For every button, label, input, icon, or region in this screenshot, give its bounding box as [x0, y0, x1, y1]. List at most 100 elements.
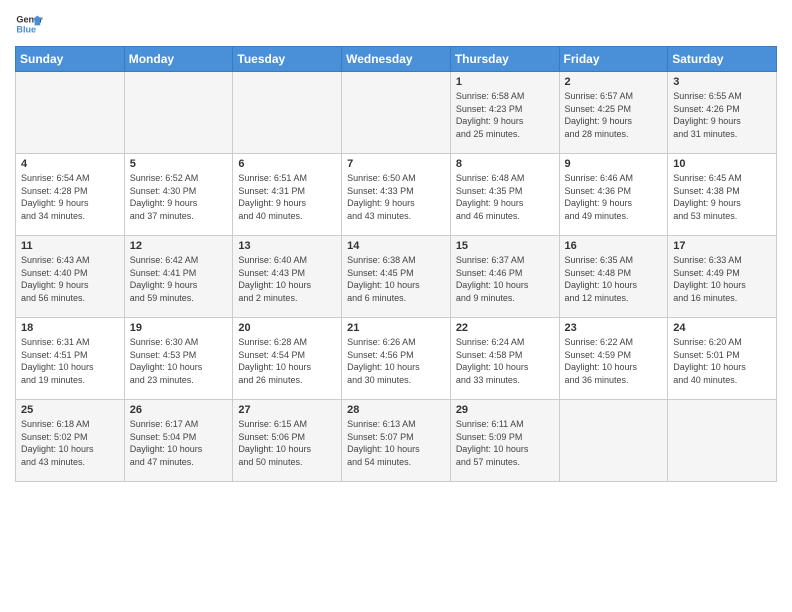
day-info: Sunrise: 6:58 AM Sunset: 4:23 PM Dayligh…: [456, 90, 554, 140]
day-info: Sunrise: 6:42 AM Sunset: 4:41 PM Dayligh…: [130, 254, 228, 304]
day-number: 10: [673, 158, 771, 170]
calendar-cell: 27 Sunrise: 6:15 AM Sunset: 5:06 PM Dayli…: [233, 400, 342, 482]
day-info: Sunrise: 6:26 AM Sunset: 4:56 PM Dayligh…: [347, 336, 445, 386]
day-number: 4: [21, 158, 119, 170]
day-number: 8: [456, 158, 554, 170]
day-number: 12: [130, 240, 228, 252]
day-number: 17: [673, 240, 771, 252]
calendar-cell: 25Sunrise: 6:18 AM Sunset: 5:02 PM Dayli…: [16, 400, 125, 482]
day-number: 18: [21, 322, 119, 334]
day-number: 7: [347, 158, 445, 170]
logo: General Blue: [15, 10, 43, 38]
day-number: 20: [238, 322, 336, 334]
day-info: Sunrise: 6:22 AM Sunset: 4:59 PM Dayligh…: [565, 336, 663, 386]
calendar-cell: 2 Sunrise: 6:57 AM Sunset: 4:25 PM Daylig…: [559, 72, 668, 154]
day-number: 2: [565, 76, 663, 88]
calendar-week-row: 25Sunrise: 6:18 AM Sunset: 5:02 PM Dayli…: [16, 400, 777, 482]
calendar-cell: 14Sunrise: 6:38 AM Sunset: 4:45 PM Dayli…: [342, 236, 451, 318]
calendar-cell: 9 Sunrise: 6:46 AM Sunset: 4:36 PM Daylig…: [559, 154, 668, 236]
day-number: 26: [130, 404, 228, 416]
day-info: Sunrise: 6:51 AM Sunset: 4:31 PM Dayligh…: [238, 172, 336, 222]
weekday-header-saturday: Saturday: [668, 47, 777, 72]
day-info: Sunrise: 6:17 AM Sunset: 5:04 PM Dayligh…: [130, 418, 228, 468]
day-number: 21: [347, 322, 445, 334]
calendar-cell: 7 Sunrise: 6:50 AM Sunset: 4:33 PM Daylig…: [342, 154, 451, 236]
day-number: 25: [21, 404, 119, 416]
day-info: Sunrise: 6:13 AM Sunset: 5:07 PM Dayligh…: [347, 418, 445, 468]
calendar-cell: [559, 400, 668, 482]
day-number: 1: [456, 76, 554, 88]
day-info: Sunrise: 6:45 AM Sunset: 4:38 PM Dayligh…: [673, 172, 771, 222]
calendar-week-row: 4Sunrise: 6:54 AM Sunset: 4:28 PM Daylig…: [16, 154, 777, 236]
day-info: Sunrise: 6:30 AM Sunset: 4:53 PM Dayligh…: [130, 336, 228, 386]
day-info: Sunrise: 6:28 AM Sunset: 4:54 PM Dayligh…: [238, 336, 336, 386]
calendar-table: SundayMondayTuesdayWednesdayThursdayFrid…: [15, 46, 777, 482]
calendar-cell: 1 Sunrise: 6:58 AM Sunset: 4:23 PM Daylig…: [450, 72, 559, 154]
calendar-cell: [342, 72, 451, 154]
calendar-cell: 8 Sunrise: 6:48 AM Sunset: 4:35 PM Daylig…: [450, 154, 559, 236]
calendar-cell: 26 Sunrise: 6:17 AM Sunset: 5:04 PM Dayli…: [124, 400, 233, 482]
day-info: Sunrise: 6:11 AM Sunset: 5:09 PM Dayligh…: [456, 418, 554, 468]
day-info: Sunrise: 6:46 AM Sunset: 4:36 PM Dayligh…: [565, 172, 663, 222]
day-info: Sunrise: 6:55 AM Sunset: 4:26 PM Dayligh…: [673, 90, 771, 140]
day-number: 29: [456, 404, 554, 416]
day-info: Sunrise: 6:52 AM Sunset: 4:30 PM Dayligh…: [130, 172, 228, 222]
calendar-week-row: 1 Sunrise: 6:58 AM Sunset: 4:23 PM Daylig…: [16, 72, 777, 154]
day-number: 3: [673, 76, 771, 88]
calendar-cell: 24 Sunrise: 6:20 AM Sunset: 5:01 PM Dayli…: [668, 318, 777, 400]
calendar-cell: 11 Sunrise: 6:43 AM Sunset: 4:40 PM Dayli…: [16, 236, 125, 318]
calendar-cell: 29 Sunrise: 6:11 AM Sunset: 5:09 PM Dayli…: [450, 400, 559, 482]
day-info: Sunrise: 6:48 AM Sunset: 4:35 PM Dayligh…: [456, 172, 554, 222]
day-info: Sunrise: 6:15 AM Sunset: 5:06 PM Dayligh…: [238, 418, 336, 468]
day-info: Sunrise: 6:24 AM Sunset: 4:58 PM Dayligh…: [456, 336, 554, 386]
calendar-cell: 13 Sunrise: 6:40 AM Sunset: 4:43 PM Dayli…: [233, 236, 342, 318]
day-number: 11: [21, 240, 119, 252]
calendar-cell: [124, 72, 233, 154]
weekday-header-sunday: Sunday: [16, 47, 125, 72]
day-number: 15: [456, 240, 554, 252]
day-info: Sunrise: 6:50 AM Sunset: 4:33 PM Dayligh…: [347, 172, 445, 222]
day-number: 5: [130, 158, 228, 170]
day-info: Sunrise: 6:20 AM Sunset: 5:01 PM Dayligh…: [673, 336, 771, 386]
calendar-cell: 6 Sunrise: 6:51 AM Sunset: 4:31 PM Daylig…: [233, 154, 342, 236]
day-info: Sunrise: 6:33 AM Sunset: 4:49 PM Dayligh…: [673, 254, 771, 304]
calendar-cell: 21 Sunrise: 6:26 AM Sunset: 4:56 PM Dayli…: [342, 318, 451, 400]
calendar-cell: 12 Sunrise: 6:42 AM Sunset: 4:41 PM Dayli…: [124, 236, 233, 318]
day-info: Sunrise: 6:40 AM Sunset: 4:43 PM Dayligh…: [238, 254, 336, 304]
day-number: 22: [456, 322, 554, 334]
day-info: Sunrise: 6:38 AM Sunset: 4:45 PM Dayligh…: [347, 254, 445, 304]
day-info: Sunrise: 6:37 AM Sunset: 4:46 PM Dayligh…: [456, 254, 554, 304]
calendar-cell: 3 Sunrise: 6:55 AM Sunset: 4:26 PM Daylig…: [668, 72, 777, 154]
day-info: Sunrise: 6:31 AM Sunset: 4:51 PM Dayligh…: [21, 336, 119, 386]
day-number: 6: [238, 158, 336, 170]
day-number: 16: [565, 240, 663, 252]
calendar-cell: 22 Sunrise: 6:24 AM Sunset: 4:58 PM Dayli…: [450, 318, 559, 400]
day-number: 27: [238, 404, 336, 416]
calendar-cell: 19Sunrise: 6:30 AM Sunset: 4:53 PM Dayli…: [124, 318, 233, 400]
calendar-week-row: 18 Sunrise: 6:31 AM Sunset: 4:51 PM Dayli…: [16, 318, 777, 400]
logo-icon: General Blue: [15, 10, 43, 38]
calendar-cell: 28 Sunrise: 6:13 AM Sunset: 5:07 PM Dayli…: [342, 400, 451, 482]
day-number: 13: [238, 240, 336, 252]
day-number: 9: [565, 158, 663, 170]
day-info: Sunrise: 6:57 AM Sunset: 4:25 PM Dayligh…: [565, 90, 663, 140]
weekday-header-row: SundayMondayTuesdayWednesdayThursdayFrid…: [16, 47, 777, 72]
calendar-cell: 5 Sunrise: 6:52 AM Sunset: 4:30 PM Daylig…: [124, 154, 233, 236]
day-number: 28: [347, 404, 445, 416]
calendar-cell: 16 Sunrise: 6:35 AM Sunset: 4:48 PM Dayli…: [559, 236, 668, 318]
page-container: General Blue SundayMondayTuesdayWednesda…: [0, 0, 792, 492]
calendar-cell: 23 Sunrise: 6:22 AM Sunset: 4:59 PM Dayli…: [559, 318, 668, 400]
weekday-header-monday: Monday: [124, 47, 233, 72]
day-number: 23: [565, 322, 663, 334]
weekday-header-friday: Friday: [559, 47, 668, 72]
calendar-cell: 4Sunrise: 6:54 AM Sunset: 4:28 PM Daylig…: [16, 154, 125, 236]
calendar-cell: [233, 72, 342, 154]
day-number: 24: [673, 322, 771, 334]
svg-text:Blue: Blue: [16, 24, 36, 34]
day-info: Sunrise: 6:35 AM Sunset: 4:48 PM Dayligh…: [565, 254, 663, 304]
weekday-header-wednesday: Wednesday: [342, 47, 451, 72]
page-header: General Blue: [15, 10, 777, 38]
calendar-cell: 17 Sunrise: 6:33 AM Sunset: 4:49 PM Dayli…: [668, 236, 777, 318]
day-info: Sunrise: 6:43 AM Sunset: 4:40 PM Dayligh…: [21, 254, 119, 304]
calendar-cell: 18 Sunrise: 6:31 AM Sunset: 4:51 PM Dayli…: [16, 318, 125, 400]
